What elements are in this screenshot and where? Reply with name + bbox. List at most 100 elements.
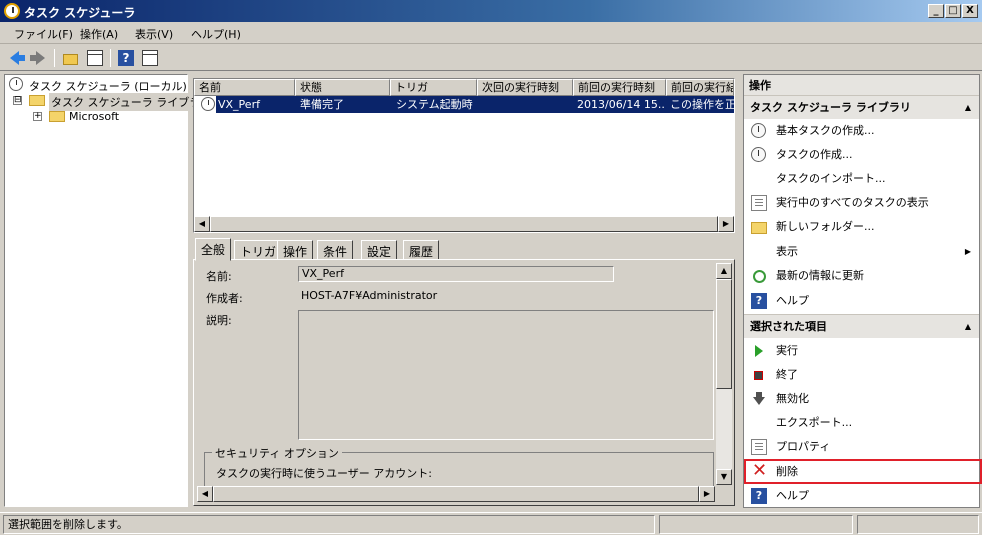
action-new-folder[interactable]: 新しいフォルダー... — [744, 215, 979, 239]
action-pane-title: 操作 — [744, 75, 979, 96]
scroll-left-icon[interactable]: ◀ — [197, 486, 213, 502]
task-last-result: この操作を正 — [670, 98, 734, 111]
action-label: 無効化 — [776, 392, 809, 405]
action-label: 終了 — [776, 368, 798, 381]
menu-help[interactable]: ヘルプ(H) — [191, 26, 241, 42]
scroll-right-icon[interactable]: ▶ — [718, 216, 734, 232]
status-bar: 選択範囲を削除します。 — [0, 512, 982, 535]
action-disable[interactable]: 無効化 — [744, 387, 979, 411]
disable-icon — [753, 397, 765, 405]
action-delete[interactable]: ✕ 削除 — [744, 460, 979, 484]
action-end[interactable]: 終了 — [744, 363, 979, 387]
action-view[interactable]: 表示 ▶ — [744, 240, 979, 264]
column-last-result[interactable]: 前回の実行結果 — [666, 79, 734, 96]
collapse-caret-icon[interactable]: ▲ — [965, 96, 971, 120]
action-label: 実行 — [776, 344, 798, 357]
tab-conditions[interactable]: 条件 — [317, 240, 354, 260]
action-import-task[interactable]: タスクのインポート... — [744, 167, 979, 191]
task-name: VX_Perf — [218, 98, 260, 111]
scroll-left-icon[interactable]: ◀ — [194, 216, 210, 232]
help-icon: ? — [751, 293, 767, 309]
up-folder-icon[interactable] — [62, 49, 80, 67]
folder-clock-icon — [29, 95, 45, 106]
title-bar[interactable]: タスク スケジューラ _ □ X — [0, 0, 982, 22]
action-label: エクスポート... — [776, 416, 853, 429]
table-row[interactable]: VX_Perf 準備完了 システム起動時 2013/06/14 15... この… — [194, 96, 734, 113]
tab-history[interactable]: 履歴 — [403, 240, 440, 260]
clock-icon — [9, 77, 23, 91]
action-properties[interactable]: プロパティ — [744, 435, 979, 459]
action-create-basic-task[interactable]: 基本タスクの作成... — [744, 119, 979, 143]
status-panel-3 — [857, 515, 979, 534]
refresh-icon — [753, 270, 766, 283]
detail-vertical-scrollbar[interactable]: ▲ ▼ — [716, 263, 732, 485]
action-display-running-tasks[interactable]: 実行中のすべてのタスクの表示 — [744, 191, 979, 215]
show-hide-console-tree-icon[interactable] — [86, 49, 104, 67]
running-tasks-icon — [751, 195, 767, 211]
create-basic-task-icon — [751, 123, 766, 138]
column-last-run[interactable]: 前回の実行時刻 — [573, 79, 666, 96]
menu-bar: ファイル(F) 操作(A) 表示(V) ヘルプ(H) — [0, 22, 982, 44]
forward-icon[interactable] — [30, 49, 48, 67]
action-label: ヘルプ — [776, 489, 809, 502]
column-trigger[interactable]: トリガ — [390, 79, 477, 96]
help-icon[interactable]: ? — [117, 49, 135, 67]
general-tab-content: 名前: VX_Perf 作成者: HOST-A7F¥Administrator … — [193, 259, 735, 506]
submenu-arrow-icon: ▶ — [964, 247, 971, 256]
tab-triggers[interactable]: トリガ — [234, 240, 283, 260]
action-refresh[interactable]: 最新の情報に更新 — [744, 264, 979, 288]
column-status[interactable]: 状態 — [295, 79, 390, 96]
tab-settings[interactable]: 設定 — [361, 240, 398, 260]
detail-horizontal-scrollbar[interactable]: ◀ ▶ — [197, 486, 715, 502]
section-library-header[interactable]: タスク スケジューラ ライブラリ ▲ — [744, 95, 979, 119]
author-value: HOST-A7F¥Administrator — [301, 289, 438, 302]
folder-icon — [49, 111, 65, 122]
scroll-right-icon[interactable]: ▶ — [699, 486, 715, 502]
section-selected-header[interactable]: 選択された項目 ▲ — [744, 314, 979, 338]
run-as-label: タスクの実行時に使うユーザー アカウント: — [216, 467, 432, 480]
properties-icon — [751, 439, 767, 455]
action-label: 表示 — [776, 245, 798, 258]
column-name[interactable]: 名前 — [194, 79, 295, 96]
action-export[interactable]: エクスポート... — [744, 411, 979, 435]
minimize-button[interactable]: _ — [928, 4, 944, 18]
action-help-selected[interactable]: ? ヘルプ — [744, 484, 979, 508]
end-icon — [754, 371, 763, 380]
action-run[interactable]: 実行 — [744, 339, 979, 363]
maximize-button[interactable]: □ — [945, 4, 961, 18]
show-hide-action-pane-icon[interactable] — [141, 49, 159, 67]
name-label: 名前: — [206, 270, 232, 283]
console-tree[interactable]: タスク スケジューラ (ローカル) ⊟ タスク スケジューラ ライブラリ + M… — [4, 74, 214, 507]
action-create-task[interactable]: タスクの作成... — [744, 143, 979, 167]
tab-general[interactable]: 全般 — [195, 238, 232, 261]
back-icon[interactable] — [8, 49, 26, 67]
tree-microsoft-label: Microsoft — [69, 110, 120, 123]
name-field[interactable]: VX_Perf — [298, 266, 614, 282]
delete-icon: ✕ — [752, 460, 768, 481]
task-list[interactable]: 名前 状態 トリガ 次回の実行時刻 前回の実行時刻 前回の実行結果 VX_Per… — [193, 78, 735, 233]
collapse-caret-icon[interactable]: ▲ — [965, 315, 971, 339]
action-help-library[interactable]: ? ヘルプ — [744, 289, 979, 313]
scroll-down-icon[interactable]: ▼ — [716, 469, 732, 485]
column-next-run[interactable]: 次回の実行時刻 — [477, 79, 573, 96]
menu-view[interactable]: 表示(V) — [135, 26, 173, 42]
menu-action[interactable]: 操作(A) — [80, 26, 118, 42]
scroll-up-icon[interactable]: ▲ — [716, 263, 732, 279]
action-label: プロパティ — [776, 440, 831, 453]
menu-file[interactable]: ファイル(F) — [14, 26, 73, 42]
expand-icon[interactable]: + — [33, 112, 42, 121]
task-status: 準備完了 — [300, 98, 344, 111]
description-field[interactable] — [298, 310, 714, 440]
action-label: 実行中のすべてのタスクの表示 — [776, 196, 929, 209]
run-icon — [755, 345, 763, 357]
description-label: 説明: — [206, 314, 232, 327]
task-next-run — [482, 96, 570, 113]
detail-tabs: 全般 トリガ 操作 条件 設定 履歴 — [193, 238, 735, 261]
help-icon: ? — [751, 488, 767, 504]
collapse-icon[interactable]: ⊟ — [13, 96, 22, 105]
status-text: 選択範囲を削除します。 — [3, 515, 655, 534]
section-library-label: タスク スケジューラ ライブラリ — [750, 101, 911, 114]
close-button[interactable]: X — [962, 4, 978, 18]
tab-actions[interactable]: 操作 — [277, 240, 314, 260]
list-horizontal-scrollbar[interactable]: ◀ ▶ — [194, 216, 734, 232]
